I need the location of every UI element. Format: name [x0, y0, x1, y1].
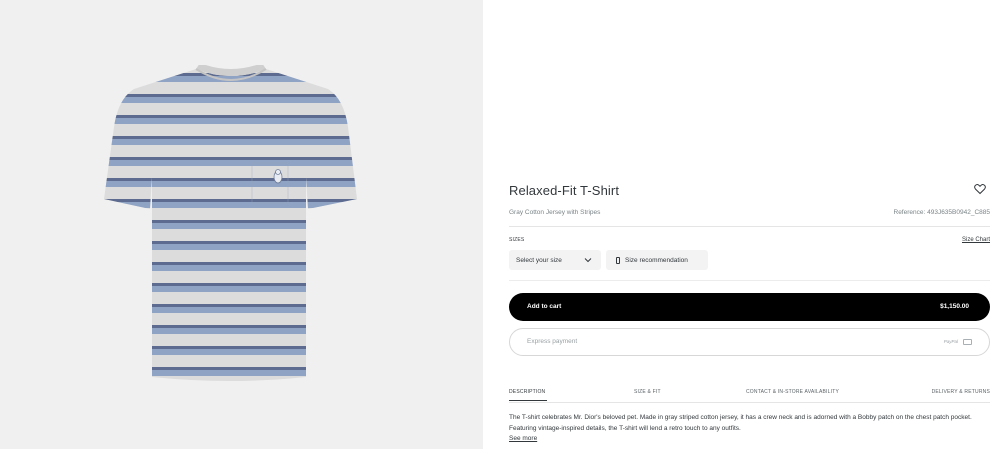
tab-description[interactable]: DESCRIPTION [509, 389, 545, 395]
divider [509, 402, 990, 403]
product-description: The T-shirt celebrates Mr. Dior's belove… [509, 414, 972, 432]
product-gallery [0, 0, 483, 449]
bobby-patch-icon [273, 169, 283, 184]
product-image [104, 65, 357, 381]
product-info-panel: Relaxed-Fit T-Shirt Gray Cotton Jersey w… [509, 0, 990, 449]
tab-delivery-returns[interactable]: DELIVERY & RETURNS [932, 389, 990, 395]
size-select-dropdown[interactable]: Select your size [509, 250, 601, 270]
heart-icon[interactable] [974, 183, 986, 195]
credit-card-icon [963, 339, 972, 345]
divider [509, 226, 990, 227]
tab-size-fit[interactable]: SIZE & FIT [634, 389, 661, 395]
see-more-link[interactable]: See more [509, 435, 537, 442]
price: $1,150.00 [940, 303, 969, 310]
product-reference: Reference: 493J635B0942_C885 [893, 209, 991, 216]
paypal-logo: PayPal [943, 339, 958, 344]
express-payment-button[interactable]: Express payment PayPal [509, 328, 990, 356]
divider [509, 280, 990, 281]
size-chart-link[interactable]: Size Chart [962, 237, 990, 243]
express-payment-label: Express payment [527, 338, 578, 345]
ruler-icon [616, 256, 620, 264]
sizes-label: SIZES [509, 237, 525, 243]
active-tab-indicator [509, 400, 547, 401]
product-subtitle: Gray Cotton Jersey with Stripes [509, 209, 601, 216]
size-select-label: Select your size [516, 256, 562, 264]
size-recommendation-label: Size recommendation [625, 256, 688, 264]
size-recommendation-button[interactable]: Size recommendation [606, 250, 708, 270]
tab-contact-availability[interactable]: CONTACT & IN-STORE AVAILABILITY [746, 389, 839, 395]
product-tabs: DESCRIPTION SIZE & FIT CONTACT & IN-STOR… [509, 389, 990, 403]
product-title: Relaxed-Fit T-Shirt [509, 183, 620, 198]
add-to-cart-label: Add to cart [527, 303, 562, 310]
add-to-cart-button[interactable]: Add to cart $1,150.00 [509, 293, 990, 321]
chevron-down-icon [584, 258, 592, 263]
